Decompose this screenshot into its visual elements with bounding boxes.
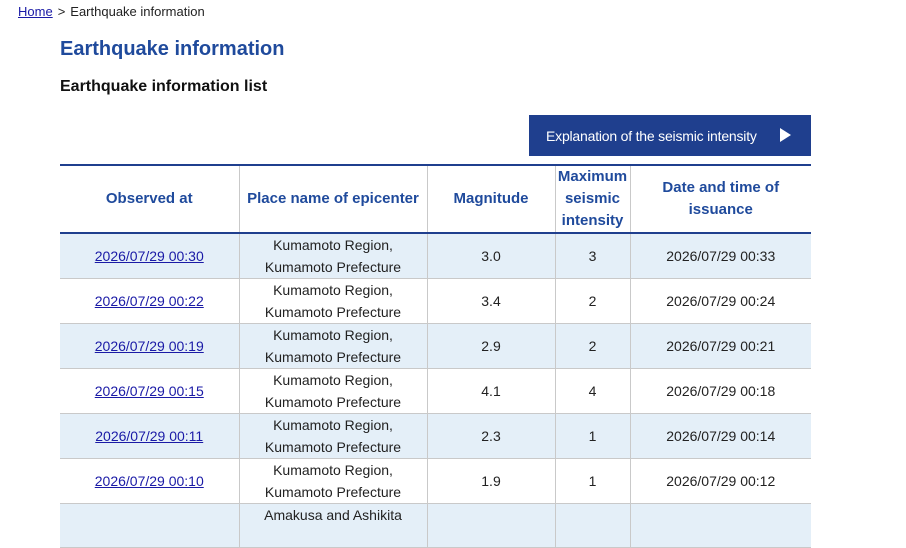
epicenter-cell: Kumamoto Region, Kumamoto Prefecture (238, 413, 427, 459)
observed-link[interactable]: 2026/07/29 00:22 (95, 293, 204, 309)
observed-cell: 2026/07/29 00:30 (60, 233, 239, 279)
observed-cell: 2026/07/29 00:22 (60, 278, 239, 324)
intensity-cell: 2 (554, 278, 630, 324)
header-observed-at: Observed at (60, 165, 239, 233)
magnitude-cell: 3.4 (426, 278, 555, 324)
epicenter-line-2: Kumamoto Prefecture (264, 439, 402, 455)
table-row: 2026/07/29 00:30 Kumamoto Region, Kumamot… (60, 233, 811, 279)
magnitude-cell: 4.1 (426, 368, 555, 414)
epicenter-line-1: Kumamoto Region, (273, 372, 393, 388)
seismic-intensity-explanation-label: Explanation of the seismic intensity (546, 127, 757, 144)
intensity-cell: 1 (554, 458, 630, 504)
magnitude-cell: 3.0 (426, 233, 555, 279)
observed-cell: 2026/07/29 00:15 (60, 368, 239, 414)
epicenter-line-2: Kumamoto Prefecture (264, 349, 402, 365)
breadcrumb-home-link[interactable]: Home (18, 4, 53, 19)
observed-link[interactable]: 2026/07/29 00:10 (95, 473, 204, 489)
epicenter-line-1: Amakusa and Ashikita (264, 507, 402, 523)
epicenter-line-1: Kumamoto Region, (273, 327, 393, 343)
magnitude-cell: 2.9 (426, 323, 555, 369)
issued-cell: 2026/07/29 00:33 (629, 233, 811, 279)
header-epicenter: Place name of epicenter (238, 165, 427, 233)
table-row: 2026/07/29 00:15 Kumamoto Region, Kumamot… (60, 368, 811, 414)
table-row: 2026/07/29 00:11 Kumamoto Region, Kumamot… (60, 413, 811, 459)
epicenter-line-2: Kumamoto Prefecture (264, 259, 402, 275)
magnitude-cell: 1.9 (426, 458, 555, 504)
table-header-row: Observed at Place name of epicenter Magn… (60, 165, 811, 233)
table-row: 2026/07/29 00:10 Kumamoto Region, Kumamot… (60, 458, 811, 504)
epicenter-cell: Amakusa and Ashikita (238, 503, 427, 548)
header-issuance: Date and time of issuance (629, 165, 811, 233)
observed-link[interactable]: 2026/07/29 00:19 (95, 338, 204, 354)
epicenter-line-1: Kumamoto Region, (273, 282, 393, 298)
epicenter-line-2: Kumamoto Prefecture (264, 484, 402, 500)
observed-link[interactable]: 2026/07/29 00:15 (95, 383, 204, 399)
observed-cell: 2026/07/29 00:10 (60, 458, 239, 504)
intensity-cell (554, 503, 630, 548)
intensity-cell: 4 (554, 368, 630, 414)
seismic-intensity-explanation-button[interactable]: Explanation of the seismic intensity (529, 115, 811, 156)
section-title: Earthquake information list (60, 78, 268, 95)
epicenter-cell: Kumamoto Region, Kumamoto Prefecture (238, 458, 427, 504)
page-title: Earthquake information (60, 38, 285, 60)
issued-cell (629, 503, 811, 548)
header-magnitude: Magnitude (426, 165, 555, 233)
table-row: 2026/07/29 00:22 Kumamoto Region, Kumamot… (60, 278, 811, 324)
issued-cell: 2026/07/29 00:14 (629, 413, 811, 459)
table-row: Amakusa and Ashikita (60, 503, 811, 548)
epicenter-line-1: Kumamoto Region, (273, 237, 393, 253)
breadcrumb: Home > Earthquake information (18, 4, 205, 19)
epicenter-cell: Kumamoto Region, Kumamoto Prefecture (238, 368, 427, 414)
magnitude-cell (426, 503, 555, 548)
observed-link[interactable]: 2026/07/29 00:11 (95, 428, 203, 444)
intensity-cell: 1 (554, 413, 630, 459)
epicenter-cell: Kumamoto Region, Kumamoto Prefecture (238, 323, 427, 369)
intensity-cell: 3 (554, 233, 630, 279)
observed-cell: 2026/07/29 00:11 (60, 413, 239, 459)
epicenter-line-2: Kumamoto Prefecture (264, 304, 402, 320)
issued-cell: 2026/07/29 00:18 (629, 368, 811, 414)
epicenter-line-2: Kumamoto Prefecture (264, 394, 402, 410)
play-arrow-icon (780, 128, 791, 142)
observed-link[interactable]: 2026/07/29 00:30 (95, 248, 204, 264)
observed-cell (60, 503, 239, 548)
observed-cell: 2026/07/29 00:19 (60, 323, 239, 369)
header-max-intensity: Maximum seismic intensity (554, 165, 630, 233)
issued-cell: 2026/07/29 00:21 (629, 323, 811, 369)
magnitude-cell: 2.3 (426, 413, 555, 459)
table-row: 2026/07/29 00:19 Kumamoto Region, Kumamot… (60, 323, 811, 369)
epicenter-line-1: Kumamoto Region, (273, 462, 393, 478)
issued-cell: 2026/07/29 00:12 (629, 458, 811, 504)
earthquake-table: Observed at Place name of epicenter Magn… (60, 164, 811, 548)
issued-cell: 2026/07/29 00:24 (629, 278, 811, 324)
epicenter-cell: Kumamoto Region, Kumamoto Prefecture (238, 233, 427, 279)
breadcrumb-separator: > (57, 4, 66, 19)
epicenter-line-1: Kumamoto Region, (273, 417, 393, 433)
intensity-cell: 2 (554, 323, 630, 369)
breadcrumb-current: Earthquake information (70, 4, 205, 19)
epicenter-cell: Kumamoto Region, Kumamoto Prefecture (238, 278, 427, 324)
